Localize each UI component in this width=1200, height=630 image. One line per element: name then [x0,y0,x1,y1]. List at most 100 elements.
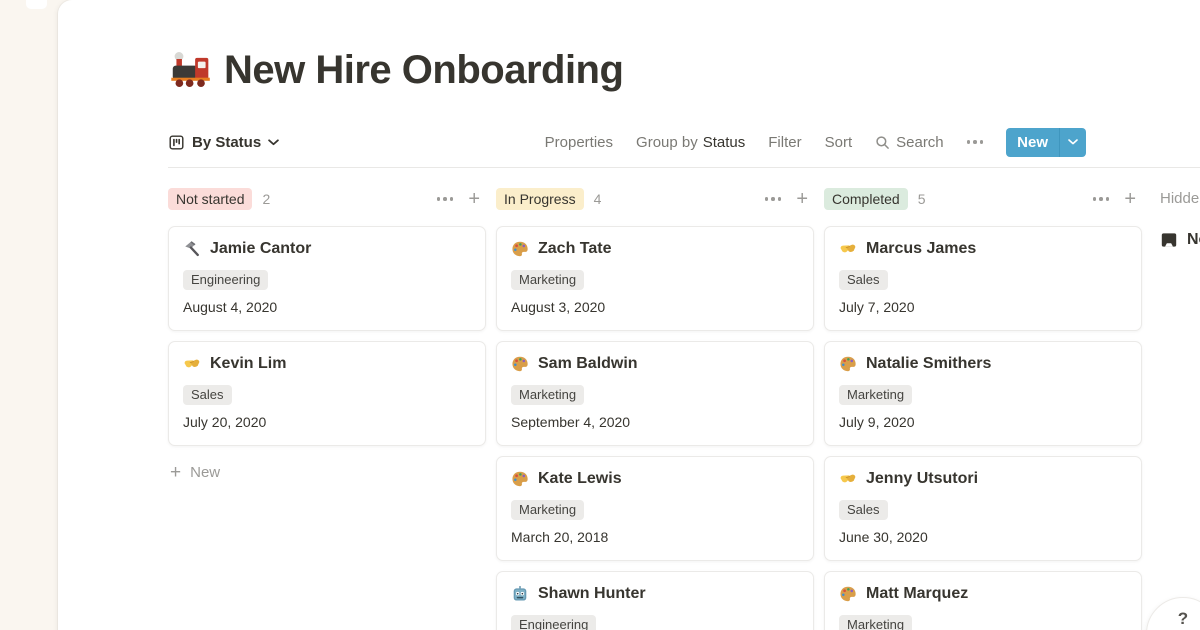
department-tag: Marketing [511,385,584,405]
kanban-card[interactable]: Matt Marquez Marketing [824,571,1142,630]
column-more-icon[interactable] [1093,197,1110,201]
hidden-group-no-status[interactable]: No Status [1160,231,1200,249]
column-more-icon[interactable] [437,197,454,201]
card-title: Natalie Smithers [839,354,1127,374]
kanban-card[interactable]: Marcus James Sales July 7, 2020 [824,226,1142,331]
column-header: In Progress 4 [496,188,814,210]
card-name-text: Kate Lewis [538,469,622,489]
card-title: Matt Marquez [839,584,1127,604]
column-add-icon[interactable] [1124,191,1136,207]
new-button[interactable]: New [1006,128,1059,157]
card-date: August 3, 2020 [511,299,799,315]
page-title: New Hire Onboarding [168,42,1200,98]
department-tag: Sales [183,385,232,405]
chevron-down-icon [1068,139,1078,145]
column-header: Not started 2 [168,188,486,210]
search-icon [875,135,890,150]
card-title: Marcus James [839,239,1127,259]
kanban-card[interactable]: Kevin Lim Sales July 20, 2020 [168,341,486,446]
kanban-card[interactable]: Shawn Hunter Engineering [496,571,814,630]
new-button-group: New [1006,128,1086,157]
column-not-started: Not started 2 Jamie Cantor Engineering [168,188,486,481]
department-tag: Engineering [511,615,596,630]
view-toolbar: By Status Properties Group by Status Fil… [168,128,1086,156]
card-name-text: Matt Marquez [866,584,968,604]
locomotive-emoji [168,48,212,92]
chevron-down-icon [268,139,279,146]
filter-button[interactable]: Filter [768,134,801,151]
card-name-text: Sam Baldwin [538,354,638,374]
department-tag: Sales [839,270,888,290]
card-date: July 7, 2020 [839,299,1127,315]
view-switcher[interactable]: By Status [168,134,279,151]
card-name-text: Zach Tate [538,239,612,259]
card-box-icon [1160,231,1178,249]
column-count: 4 [594,191,602,207]
kanban-card[interactable]: Zach Tate Marketing August 3, 2020 [496,226,814,331]
kanban-card[interactable]: Kate Lewis Marketing March 20, 2018 [496,456,814,561]
card-name-text: Jenny Utsutori [866,469,978,489]
column-add-icon[interactable] [796,191,808,207]
column-more-icon[interactable] [765,197,782,201]
help-button-label: ? [1178,609,1188,629]
palette-emoji [511,240,529,258]
palette-emoji [511,470,529,488]
card-title: Jamie Cantor [183,239,471,259]
sort-button[interactable]: Sort [825,134,853,151]
board-icon [168,134,185,151]
add-card-label: New [190,464,220,481]
new-dropdown-button[interactable] [1059,128,1086,157]
column-count: 2 [262,191,270,207]
status-badge[interactable]: In Progress [496,188,584,210]
palette-emoji [839,355,857,373]
robot-emoji [511,585,529,603]
group-by-label: Group by [636,134,698,151]
plus-icon [170,465,181,481]
card-date: June 30, 2020 [839,529,1127,545]
card-title: Jenny Utsutori [839,469,1127,489]
kanban-board: Not started 2 Jamie Cantor Engineering [168,188,1200,630]
hidden-columns-header[interactable]: Hidden columns [1160,188,1200,210]
search-button[interactable]: Search [875,134,944,151]
card-date: August 4, 2020 [183,299,471,315]
column-in-progress: In Progress 4 Zach Tate Marketing [496,188,814,630]
card-date: July 9, 2020 [839,414,1127,430]
kanban-card[interactable]: Jenny Utsutori Sales June 30, 2020 [824,456,1142,561]
card-title: Shawn Hunter [511,584,799,604]
column-count: 5 [918,191,926,207]
search-label: Search [896,134,944,151]
department-tag: Engineering [183,270,268,290]
department-tag: Marketing [511,500,584,520]
palette-emoji [839,585,857,603]
card-name-text: Kevin Lim [210,354,286,374]
more-icon[interactable] [967,140,984,144]
handshake-emoji [839,470,857,488]
column-completed: Completed 5 Marcus James Sales Jul [824,188,1142,630]
status-badge[interactable]: Completed [824,188,908,210]
department-tag: Marketing [839,385,912,405]
department-tag: Marketing [839,615,912,630]
card-name-text: Marcus James [866,239,976,259]
group-by-value: Status [703,134,746,151]
card-date: March 20, 2018 [511,529,799,545]
card-name-text: Jamie Cantor [210,239,311,259]
department-tag: Sales [839,500,888,520]
status-badge[interactable]: Not started [168,188,252,210]
kanban-card[interactable]: Sam Baldwin Marketing September 4, 2020 [496,341,814,446]
toolbar-divider [168,167,1200,168]
kanban-card[interactable]: Natalie Smithers Marketing July 9, 2020 [824,341,1142,446]
card-title: Kate Lewis [511,469,799,489]
column-add-icon[interactable] [468,191,480,207]
hammer-emoji [183,240,201,258]
hidden-group-label: No Status [1187,231,1200,249]
column-header: Completed 5 [824,188,1142,210]
group-by-button[interactable]: Group by Status [636,134,745,151]
card-date: September 4, 2020 [511,414,799,430]
background-tab [26,0,47,9]
handshake-emoji [839,240,857,258]
properties-button[interactable]: Properties [545,134,613,151]
kanban-card[interactable]: Jamie Cantor Engineering August 4, 2020 [168,226,486,331]
hidden-columns-section: Hidden columns No Status [1160,188,1200,249]
add-card-button[interactable]: New [168,464,486,481]
palette-emoji [511,355,529,373]
